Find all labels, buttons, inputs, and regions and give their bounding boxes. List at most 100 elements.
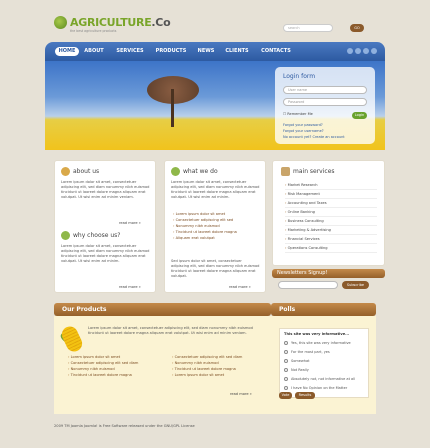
products-list-left: Lorem ipsum dolor sit amet Consectetuer … [68, 354, 139, 378]
whatwedo-text2: Sed ipsum dolor sit amet, consectetuer a… [171, 259, 260, 278]
radio-icon[interactable] [284, 368, 288, 372]
login-button[interactable]: Login [352, 112, 367, 119]
login-title: Login form [283, 73, 316, 80]
services-column: main services Market Research Risk Manag… [272, 160, 385, 266]
box-icon [281, 167, 290, 176]
search-go-button[interactable]: GO [350, 24, 364, 32]
footer-text: 2009 TM Joomla Joomla! is Free Software … [54, 424, 195, 428]
nav-item-products[interactable]: PRODUCTS [152, 47, 190, 56]
services-item[interactable]: Financial Services [285, 235, 377, 244]
about-read-more[interactable]: read more » [119, 221, 141, 225]
tagline: the best agriculture products [70, 29, 117, 33]
products-title: Our Products [54, 303, 271, 316]
poll-option[interactable]: Yes, this site was very informative [284, 341, 351, 345]
poll-option[interactable]: Absolutely not, not informative at all [284, 377, 355, 381]
forgot-password-link[interactable]: Forgot your password? [283, 123, 323, 127]
poll-option-label: Not Really [291, 368, 309, 372]
services-item[interactable]: Risk Management [285, 190, 377, 199]
whatwedo-title: what we do [171, 167, 218, 176]
login-form: Login form User name Password ☐ Remember… [275, 67, 375, 144]
about-title-text: about us [73, 168, 100, 175]
hero-banner: Login form User name Password ☐ Remember… [45, 61, 385, 150]
forgot-username-link[interactable]: Forgot your username? [283, 129, 324, 133]
social-icon[interactable] [363, 48, 369, 54]
logo[interactable]: AGRICULTURE.Co [54, 16, 171, 29]
about-text: Lorem ipsum dolor sit amet, consectetuer… [61, 180, 150, 199]
radio-icon[interactable] [284, 341, 288, 345]
whatwedo-read-more[interactable]: read more » [229, 285, 251, 289]
newsletter-title: Newsletters Signup! [272, 269, 385, 278]
social-icon[interactable] [355, 48, 361, 54]
products-text: Lorem ipsum dolor sit amet, consectetuer… [88, 326, 253, 335]
logo-suffix: .Co [151, 16, 171, 29]
about-title: about us [61, 167, 99, 176]
services-title: main services [281, 167, 335, 176]
corn-image [59, 323, 85, 355]
services-item[interactable]: Market Research [285, 181, 377, 190]
choose-read-more[interactable]: read more » [119, 285, 141, 289]
whatwedo-text: Lorem ipsum dolor sit amet, consectetuer… [171, 180, 260, 199]
poll-option-label: Somewhat [291, 359, 310, 363]
remember-me[interactable]: ☐ Remember Me [283, 112, 313, 116]
username-field[interactable]: User name [283, 86, 367, 94]
person-icon [61, 167, 70, 176]
choose-text: Lorem ipsum dolor sit amet, consectetuer… [61, 244, 150, 263]
whatwedo-list: Lorem ipsum dolor sit amet Consectetuer … [173, 211, 237, 241]
poll-option-label: I have No Opinion on the Matter [291, 386, 348, 390]
nav-item-home[interactable]: HOME [55, 47, 79, 56]
main-nav: HOME ABOUT SERVICES PRODUCTS NEWS CLIENT… [45, 42, 385, 61]
search-input[interactable]: search [283, 24, 333, 32]
poll-option[interactable]: Somewhat [284, 359, 310, 363]
services-item[interactable]: Operations Consulting [285, 244, 377, 253]
logo-text: AGRICULTURE.Co [70, 16, 171, 29]
products-panel: Lorem ipsum dolor sit amet, consectetuer… [54, 316, 271, 414]
services-title-text: main services [293, 168, 335, 175]
services-list: Market Research Risk Management Accounti… [285, 181, 377, 253]
social-icon[interactable] [371, 48, 377, 54]
radio-icon[interactable] [284, 350, 288, 354]
list-item[interactable]: Lorem ipsum dolor sit amet [172, 372, 242, 378]
results-button[interactable]: Results [295, 392, 315, 399]
choose-title: why choose us? [61, 231, 120, 240]
radio-icon[interactable] [284, 377, 288, 381]
nav-item-news[interactable]: NEWS [195, 47, 217, 56]
vote-button[interactable]: Vote [279, 392, 292, 399]
poll-option[interactable]: For the most part, yes [284, 350, 330, 354]
list-item[interactable]: Tincidunt ut laoreet dolore magna [68, 372, 138, 378]
nav-item-about[interactable]: ABOUT [82, 47, 106, 56]
services-item[interactable]: Online Banking [285, 208, 377, 217]
products-list-right: Consectetuer adipiscing elit sed diam No… [172, 354, 243, 378]
list-item[interactable]: Aliquam erat volutpat [173, 235, 237, 241]
password-field[interactable]: Password [283, 98, 367, 106]
nav-item-contacts[interactable]: CONTACTS [257, 47, 295, 56]
page: AGRICULTURE.Co the best agriculture prod… [45, 0, 385, 448]
newsletter-email-input[interactable] [278, 281, 338, 289]
poll-option-label: Absolutely not, not informative at all [291, 377, 356, 381]
choose-title-text: why choose us? [73, 232, 121, 239]
remember-label: Remember Me [287, 112, 313, 116]
nav-item-clients[interactable]: CLIENTS [222, 47, 252, 56]
poll-option-label: Yes, this site was very informative [291, 341, 351, 345]
polls-title: Polls [271, 303, 376, 316]
poll-form: This site was very informative... Yes, t… [279, 328, 369, 398]
subscribe-button[interactable]: Subscribe [342, 281, 369, 289]
leaf-logo-icon [54, 16, 67, 29]
poll-option[interactable]: I have No Opinion on the Matter [284, 386, 347, 390]
products-read-more[interactable]: read more » [230, 392, 252, 396]
logo-main: AGRICULTURE [70, 16, 152, 29]
poll-option-label: For the most part, yes [291, 350, 330, 354]
services-item[interactable]: Marketing & Advertising [285, 226, 377, 235]
social-icon[interactable] [347, 48, 353, 54]
radio-icon[interactable] [284, 359, 288, 363]
radio-icon[interactable] [284, 386, 288, 390]
about-column: about us Lorem ipsum dolor sit amet, con… [54, 160, 156, 293]
poll-question: This site was very informative... [284, 332, 350, 336]
nav-item-services[interactable]: SERVICES [113, 47, 147, 56]
plant-icon [171, 167, 180, 176]
services-item[interactable]: Accounting and Taxes [285, 199, 377, 208]
create-account-link[interactable]: No account yet? Create an account [283, 135, 345, 139]
whatwedo-title-text: what we do [183, 168, 218, 175]
question-icon [61, 231, 70, 240]
services-item[interactable]: Business Consulting [285, 217, 377, 226]
poll-option[interactable]: Not Really [284, 368, 309, 372]
